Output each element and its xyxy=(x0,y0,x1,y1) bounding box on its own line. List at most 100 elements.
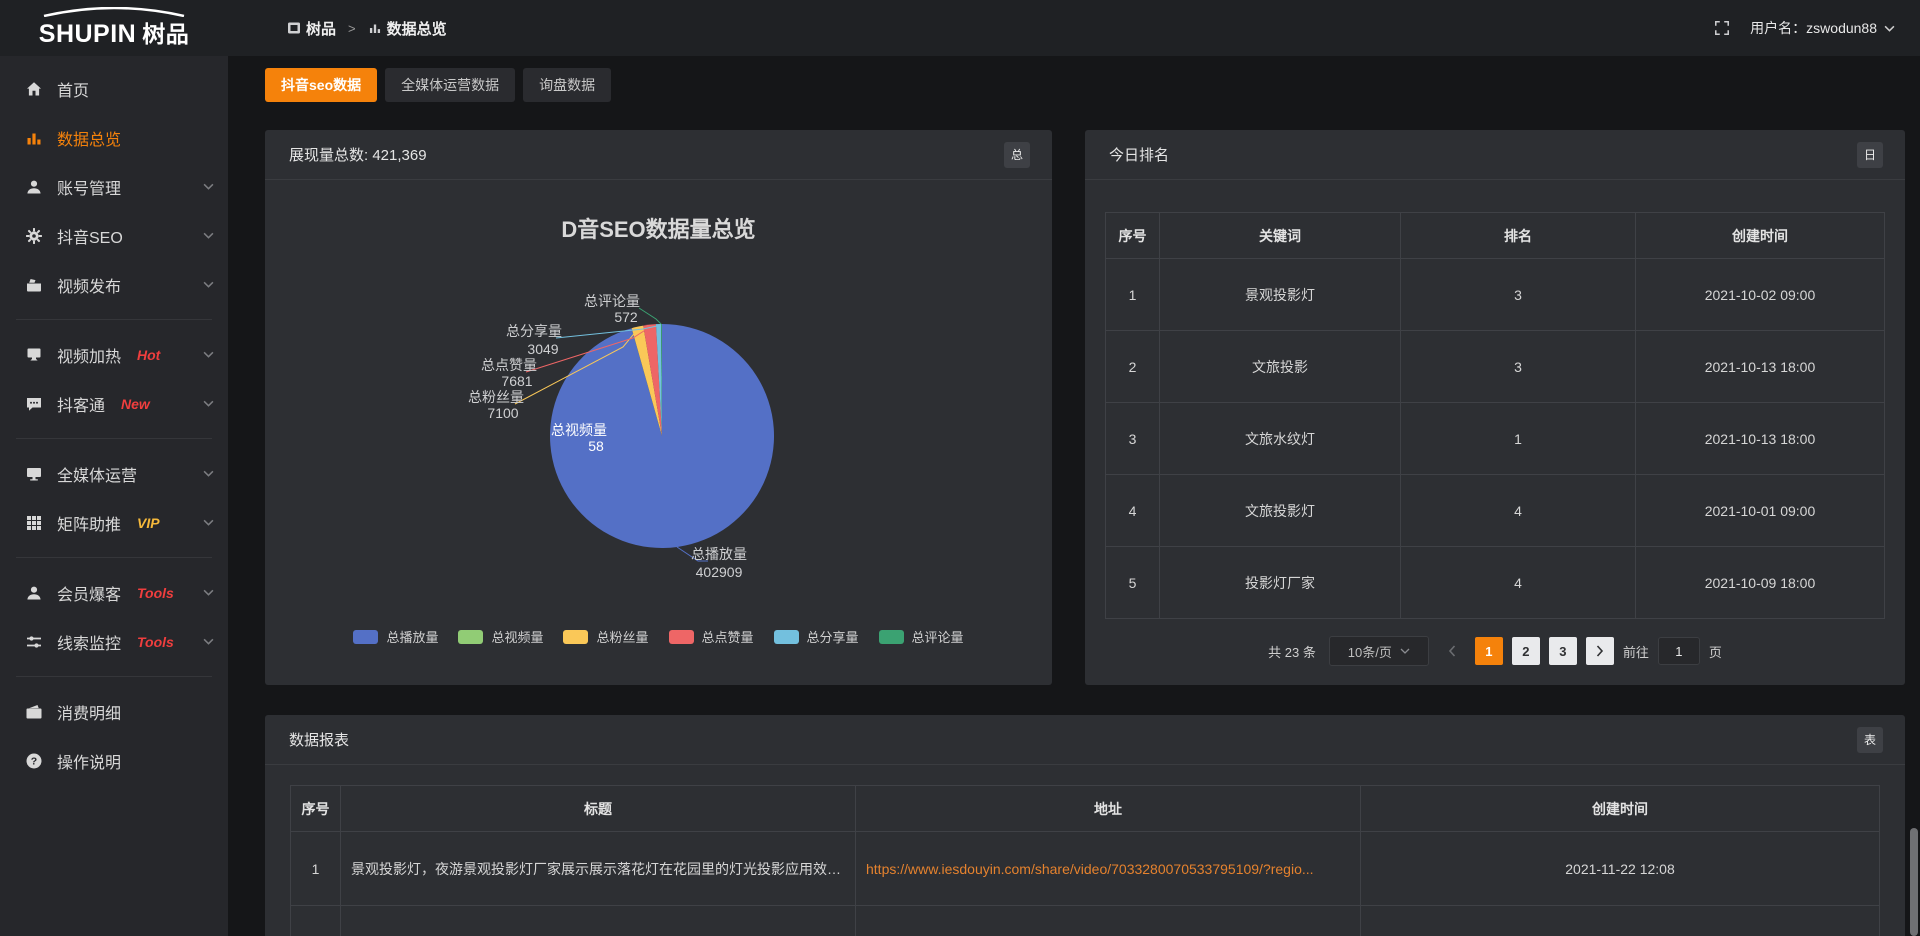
video-link[interactable]: https://www.iesdouyin.com/share/video/70… xyxy=(866,861,1314,877)
cell-created-time: 2021-10-09 18:00 xyxy=(1636,547,1885,619)
impressions-total-label: 展现量总数: 421,369 xyxy=(289,144,427,165)
cell-keyword: 景观投影灯 xyxy=(1160,259,1401,331)
user-menu[interactable]: 用户名：zswodun88 xyxy=(1750,18,1895,38)
table-row: 5 投影灯厂家 4 2021-10-09 18:00 xyxy=(1106,547,1885,619)
sidebar-item-douyin-seo[interactable]: 抖音SEO xyxy=(0,211,228,260)
page-scrollbar[interactable] xyxy=(1910,56,1918,936)
legend-item[interactable]: 总评论量 xyxy=(879,627,964,646)
chevron-down-icon xyxy=(203,400,214,407)
question-icon: ? xyxy=(25,752,43,770)
pie-label-line xyxy=(639,308,661,324)
total-badge-button[interactable]: 总 xyxy=(1004,142,1030,168)
cell-created-time: 2021-10-01 09:00 xyxy=(1636,475,1885,547)
legend-swatch xyxy=(669,630,694,644)
sidebar-item-label: 会员爆客 xyxy=(57,581,121,605)
legend-item[interactable]: 总视频量 xyxy=(458,627,543,646)
next-page-button[interactable] xyxy=(1586,637,1614,665)
user-icon xyxy=(25,178,43,196)
chevron-down-icon xyxy=(203,589,214,596)
pie-label: 总视频量 xyxy=(551,422,607,438)
goto-page-input[interactable] xyxy=(1658,637,1700,665)
ranking-panel-title: 今日排名 xyxy=(1109,144,1169,165)
legend-item[interactable]: 总点赞量 xyxy=(669,627,754,646)
pie-chart: D音SEO数据量总览 总播放量402909总视频量58总粉丝量7100总点赞量7… xyxy=(265,180,1052,684)
sidebar-item-label: 抖音SEO xyxy=(57,224,123,248)
sidebar-item-video-heat[interactable]: 视频加热 Hot xyxy=(0,330,228,379)
cell-created-time: 2021-10-02 09:00 xyxy=(1636,259,1885,331)
page-button-1[interactable]: 1 xyxy=(1475,637,1503,665)
column-header: 序号 xyxy=(291,786,341,832)
tab-inquiry-data[interactable]: 询盘数据 xyxy=(523,68,611,102)
sidebar-item-home[interactable]: 首页 xyxy=(0,64,228,113)
legend-item[interactable]: 总播放量 xyxy=(353,627,438,646)
column-header: 序号 xyxy=(1106,213,1160,259)
sidebar-item-douketong[interactable]: 抖客通 New xyxy=(0,379,228,428)
legend-item[interactable]: 总分享量 xyxy=(774,627,859,646)
page-size-select[interactable]: 10条/页 xyxy=(1329,636,1429,666)
chevron-down-icon xyxy=(203,638,214,645)
cell-keyword: 文旅投影 xyxy=(1160,331,1401,403)
sidebar: 首页 数据总览 账号管理 抖音SEO 视频发布 视频加热 Hot xyxy=(0,56,228,936)
cell-index: 1 xyxy=(291,832,341,906)
table-header-row: 序号 关键词 排名 创建时间 xyxy=(1106,213,1885,259)
pie-label: 402909 xyxy=(696,564,743,580)
page-button-3[interactable]: 3 xyxy=(1549,637,1577,665)
cell-index: 5 xyxy=(1106,547,1160,619)
legend-swatch xyxy=(458,630,483,644)
pie-label: 总分享量 xyxy=(506,323,562,339)
chat-icon xyxy=(25,395,43,413)
cell-rank: 3 xyxy=(1401,331,1636,403)
scrollbar-thumb[interactable] xyxy=(1910,828,1918,936)
prev-page-button[interactable] xyxy=(1438,637,1466,665)
sidebar-item-member[interactable]: 会员爆客 Tools xyxy=(0,568,228,617)
sidebar-item-label: 消费明细 xyxy=(57,700,121,724)
sidebar-divider xyxy=(16,676,212,677)
pie-label: 总评论量 xyxy=(584,293,640,309)
page-button-2[interactable]: 2 xyxy=(1512,637,1540,665)
sidebar-item-account[interactable]: 账号管理 xyxy=(0,162,228,211)
breadcrumb-separator: > xyxy=(344,21,360,36)
column-header: 排名 xyxy=(1401,213,1636,259)
pie-label: 572 xyxy=(614,309,638,325)
username-label: 用户名：zswodun88 xyxy=(1750,18,1877,38)
tab-douyin-seo-data[interactable]: 抖音seo数据 xyxy=(265,68,377,102)
sidebar-item-label: 线索监控 xyxy=(57,630,121,654)
legend-swatch xyxy=(879,630,904,644)
sidebar-item-media-operation[interactable]: 全媒体运营 xyxy=(0,449,228,498)
sidebar-item-label: 首页 xyxy=(57,77,89,101)
sidebar-item-video-publish[interactable]: 视频发布 xyxy=(0,260,228,309)
report-table: 序号 标题 地址 创建时间 1 景观投影灯，夜游景观投影灯厂家展示展示落花灯在花… xyxy=(290,785,1880,936)
sliders-icon xyxy=(25,633,43,651)
day-badge-button[interactable]: 日 xyxy=(1857,142,1883,168)
table-header-row: 序号 标题 地址 创建时间 xyxy=(291,786,1880,832)
pie-label: 7100 xyxy=(487,405,518,421)
pie-label: 3049 xyxy=(527,341,558,357)
legend-item[interactable]: 总粉丝量 xyxy=(563,627,648,646)
sidebar-item-clue-monitor[interactable]: 线索监控 Tools xyxy=(0,617,228,666)
breadcrumb-root[interactable]: 树品 xyxy=(287,18,336,39)
pie-label: 58 xyxy=(588,438,604,454)
today-ranking-panel: 今日排名 日 序号 关键词 排名 创建时间 xyxy=(1085,130,1905,685)
cell-keyword: 文旅水纹灯 xyxy=(1160,403,1401,475)
sidebar-item-matrix-boost[interactable]: 矩阵助推 VIP xyxy=(0,498,228,547)
sidebar-item-expense-detail[interactable]: 消费明细 xyxy=(0,687,228,736)
sidebar-item-label: 视频加热 xyxy=(57,343,121,367)
fullscreen-icon[interactable] xyxy=(1714,20,1730,36)
tab-media-operation-data[interactable]: 全媒体运营数据 xyxy=(385,68,515,102)
sidebar-item-help[interactable]: ? 操作说明 xyxy=(0,736,228,785)
chevron-down-icon xyxy=(203,351,214,358)
table-badge-button[interactable]: 表 xyxy=(1857,727,1883,753)
cell-created-time: 2021-10-13 18:00 xyxy=(1636,403,1885,475)
column-header: 关键词 xyxy=(1160,213,1401,259)
logo-text-cn: 树品 xyxy=(142,21,189,47)
app-square-icon xyxy=(287,21,301,35)
column-header: 标题 xyxy=(341,786,856,832)
sidebar-item-label: 账号管理 xyxy=(57,175,121,199)
sidebar-item-data-overview[interactable]: 数据总览 xyxy=(0,113,228,162)
chevron-down-icon xyxy=(203,281,214,288)
chevron-down-icon xyxy=(203,232,214,239)
ranking-panel-header: 今日排名 日 xyxy=(1085,130,1905,180)
goto-suffix: 页 xyxy=(1709,642,1722,661)
column-header: 创建时间 xyxy=(1361,786,1880,832)
breadcrumb-current[interactable]: 数据总览 xyxy=(368,18,447,39)
